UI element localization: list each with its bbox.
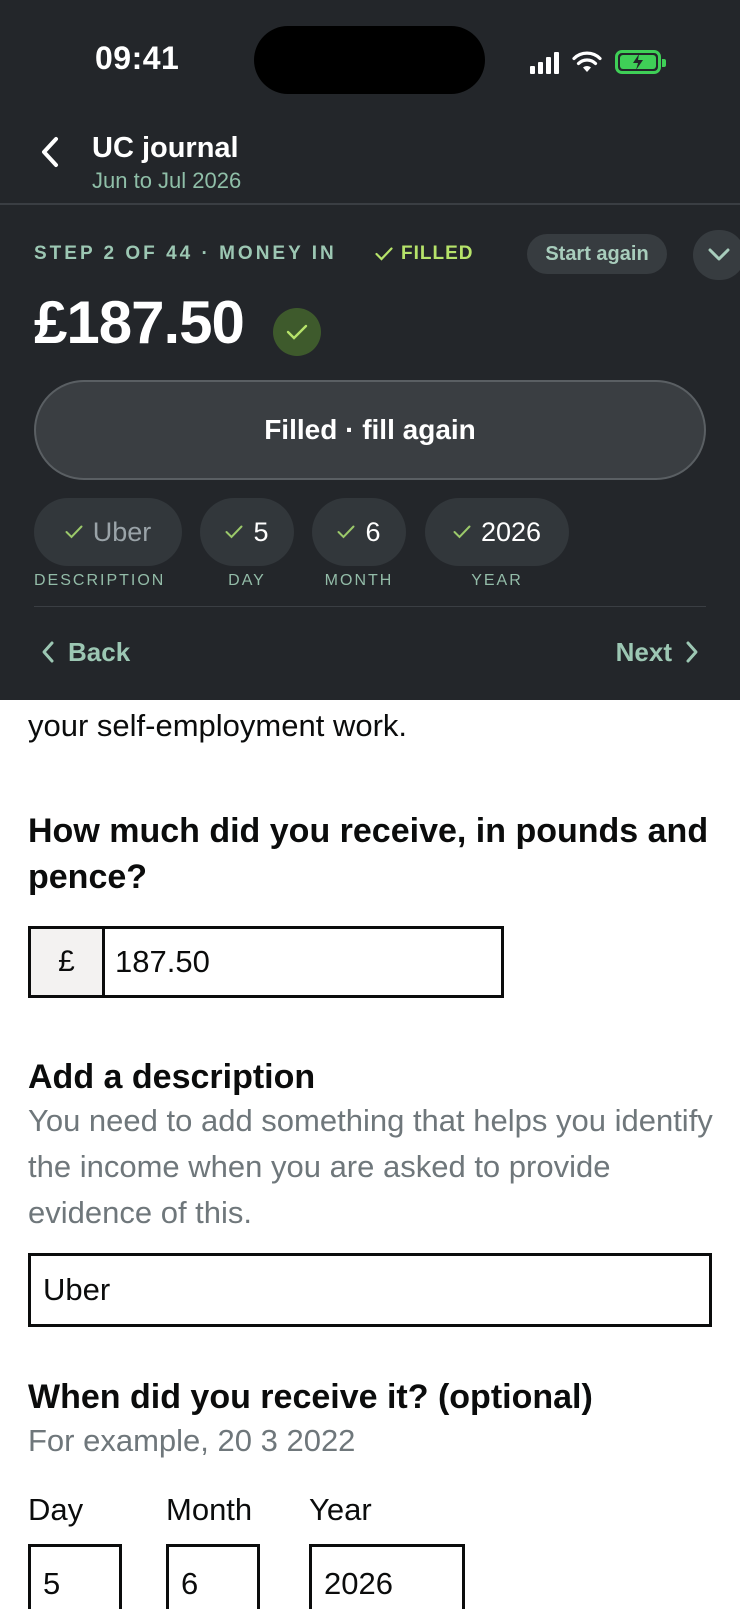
chevron-right-icon	[686, 641, 698, 663]
battery-icon	[615, 50, 666, 74]
chip-day[interactable]: 5	[200, 498, 294, 566]
page-subtitle: Jun to Jul 2026	[92, 168, 242, 193]
date-question: When did you receive it? (optional)	[28, 1378, 593, 1416]
amount-summary: £187.50	[34, 289, 245, 356]
filled-status-label: FILLED	[401, 243, 474, 264]
currency-prefix: £	[31, 929, 105, 995]
chevron-down-icon	[708, 248, 730, 261]
back-button-label: Back	[68, 636, 131, 667]
day-input[interactable]: 5	[28, 1544, 122, 1609]
month-label: Month	[166, 1492, 253, 1527]
check-icon	[337, 525, 355, 539]
chip-description[interactable]: Uber	[34, 498, 182, 566]
amount-field[interactable]: £ 187.50	[28, 926, 504, 998]
description-heading: Add a description	[28, 1058, 316, 1096]
description-input[interactable]: Uber	[28, 1253, 712, 1327]
collapse-button[interactable]	[693, 230, 740, 280]
chip-label-day: DAY	[228, 572, 266, 589]
intro-text: your self-employment work.	[28, 708, 408, 743]
year-input[interactable]: 2026	[309, 1544, 465, 1609]
amount-input[interactable]: 187.50	[105, 929, 501, 995]
next-button-label: Next	[615, 636, 672, 667]
chip-value: 5	[253, 516, 269, 547]
description-hint: You need to add something that helps you…	[28, 1103, 713, 1230]
chip-label-month: MONTH	[324, 572, 394, 589]
journal-header: UC journal Jun to Jul 2026	[0, 120, 740, 205]
check-icon	[286, 324, 308, 340]
status-bar: 09:41	[0, 0, 740, 110]
date-hint: For example, 20 3 2022	[28, 1423, 356, 1458]
page-title: UC journal	[92, 132, 239, 164]
chip-month[interactable]: 6	[312, 498, 406, 566]
check-icon	[225, 525, 243, 539]
chip-value: 2026	[480, 516, 542, 547]
wifi-icon	[572, 51, 602, 72]
status-icons	[530, 44, 666, 74]
dynamic-island	[254, 26, 485, 94]
check-icon	[65, 525, 83, 539]
check-icon	[453, 525, 471, 539]
divider	[34, 606, 706, 607]
day-label: Day	[28, 1492, 84, 1527]
status-time: 09:41	[95, 40, 180, 76]
filled-status: FILLED	[375, 243, 474, 265]
signal-icon	[530, 52, 559, 74]
amount-question: How much did you receive, in pounds and …	[28, 812, 709, 896]
back-button[interactable]: Back	[40, 632, 130, 672]
chip-year[interactable]: 2026	[425, 498, 569, 566]
chevron-left-icon	[42, 641, 54, 663]
year-label: Year	[309, 1492, 372, 1527]
chip-value: Uber	[92, 516, 152, 547]
chip-value: 6	[365, 516, 381, 547]
next-button[interactable]: Next	[616, 632, 700, 672]
back-chevron-icon[interactable]	[30, 132, 70, 172]
chip-label-year: YEAR	[471, 572, 523, 589]
month-input[interactable]: 6	[166, 1544, 260, 1609]
start-again-button[interactable]: Start again	[527, 234, 667, 274]
chip-label-description: DESCRIPTION	[34, 572, 166, 589]
fill-again-button[interactable]: Filled · fill again	[34, 380, 706, 480]
journal-panel: 09:41 UC journal Jun to Jul 2026 STEP 2 …	[0, 0, 740, 700]
step-indicator: STEP 2 OF 44 · MONEY IN	[34, 243, 337, 264]
check-icon	[375, 247, 393, 261]
amount-check-badge	[273, 308, 321, 356]
form-content: your self-employment work. How much did …	[0, 700, 740, 1609]
